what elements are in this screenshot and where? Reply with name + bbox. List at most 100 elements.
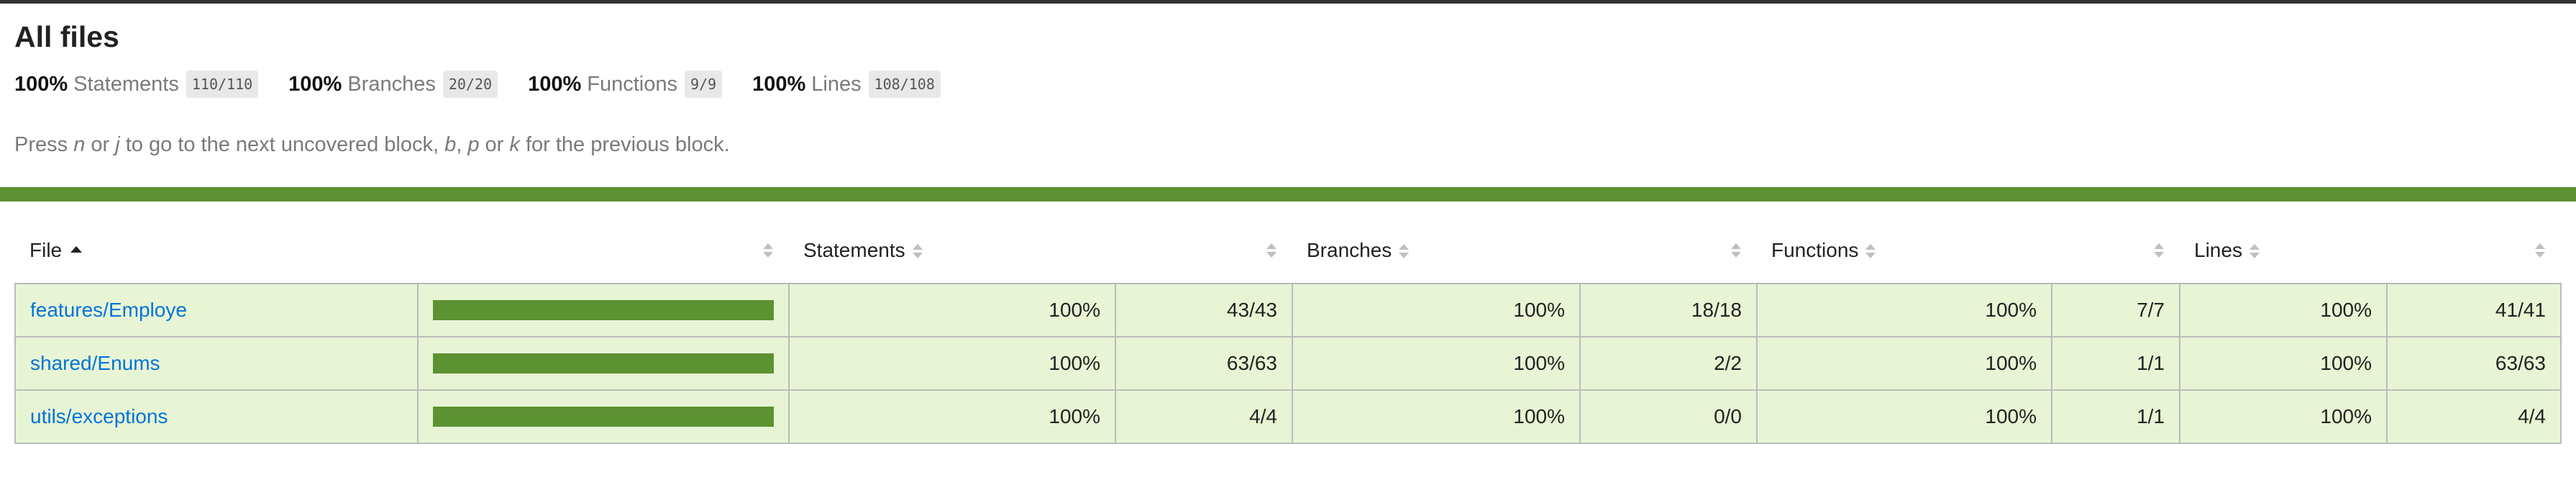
branches-pct: 100% [1292,336,1581,391]
table-row: utils/exceptions 100% 4/4 100% 0/0 100% … [14,389,2562,444]
branches-count: 18/18 [1579,283,1758,338]
summary-lines-label: Lines [811,72,862,96]
sort-icon [1399,244,1410,259]
functions-pct: 100% [1756,389,2052,444]
lines-pct: 100% [2179,389,2388,444]
coverage-bar-cell [417,336,790,391]
table-row: features/Employe 100% 43/43 100% 18/18 1… [14,283,2562,338]
summary-branches-label: Branches [347,72,436,96]
header-functions-label: Functions [1771,238,1859,261]
coverage-table: File Statements Branches Functions Lines… [14,217,2562,444]
sort-icon [1266,243,1276,258]
page-title: All files [14,20,119,53]
summary-statements-pct: 100% [14,72,68,96]
header-statements[interactable]: Statements [789,217,1115,284]
lines-count: 4/4 [2386,389,2562,444]
header-branches[interactable]: Branches [1292,217,1580,284]
sort-icon [1731,243,1741,258]
statements-count: 43/43 [1115,283,1293,338]
coverage-bar [433,300,774,320]
summary-statements-fraction: 110/110 [186,71,259,98]
functions-count: 1/1 [2051,389,2180,444]
coverage-summary: 100% Statements 110/110 100% Branches 20… [14,70,2562,99]
header-file-label: File [29,238,63,261]
summary-functions-label: Functions [587,72,677,96]
hint-key: k [509,133,520,156]
functions-count: 7/7 [2051,283,2180,338]
statements-count: 4/4 [1115,389,1293,444]
coverage-bar [433,407,774,427]
sort-icon [1865,244,1876,259]
coverage-bar-fill [433,300,774,320]
header-lines-raw[interactable] [2387,217,2561,284]
sort-icon [2154,243,2164,258]
hint-text: or [85,133,116,156]
statements-count: 63/63 [1115,336,1293,391]
header-section: All files 100% Statements 110/110 100% B… [0,4,2576,187]
header-functions[interactable]: Functions [1757,217,2052,284]
sort-icon [912,244,923,259]
coverage-bar-fill [433,407,774,427]
lines-pct: 100% [2179,336,2388,391]
sort-icon [2249,244,2260,259]
sort-ascending-icon [70,245,83,253]
branches-pct: 100% [1292,389,1581,444]
hint-text: Press [14,133,74,156]
coverage-bar-fill [433,353,774,374]
summary-lines-pct: 100% [752,72,806,96]
statements-pct: 100% [788,283,1116,338]
summary-statements: 100% Statements 110/110 [14,71,259,98]
file-link[interactable]: shared/Enums [30,352,160,374]
functions-count: 1/1 [2051,336,2180,391]
hint-text: , [456,133,468,156]
functions-pct: 100% [1756,283,2052,338]
file-link[interactable]: features/Employe [30,299,187,321]
file-link[interactable]: utils/exceptions [30,405,168,427]
hint-text: for the previous block. [519,133,730,156]
statements-pct: 100% [788,389,1116,444]
header-file[interactable]: File [15,217,418,284]
branches-count: 2/2 [1579,336,1758,391]
summary-lines-fraction: 108/108 [868,71,941,98]
file-cell: shared/Enums [14,336,419,391]
lines-count: 41/41 [2386,283,2562,338]
lines-count: 63/63 [2386,336,2562,391]
branches-pct: 100% [1292,283,1581,338]
keyboard-hint: Press n or j to go to the next uncovered… [14,133,2562,157]
header-statements-raw[interactable] [1115,217,1292,284]
header-functions-raw[interactable] [2052,217,2180,284]
summary-statements-label: Statements [73,72,179,96]
coverage-bar-cell [417,389,790,444]
branches-count: 0/0 [1579,389,1758,444]
lines-pct: 100% [2179,283,2388,338]
coverage-bar-cell [417,283,790,338]
summary-functions: 100% Functions 9/9 [528,71,723,98]
table-section: File Statements Branches Functions Lines… [0,202,2576,444]
summary-functions-fraction: 9/9 [684,71,723,98]
header-branches-label: Branches [1307,238,1392,261]
hint-key: b [444,133,457,156]
header-branches-raw[interactable] [1580,217,1757,284]
coverage-bar [433,353,774,374]
hint-key: n [73,133,86,156]
hint-text: to go to the next uncovered block, [119,133,445,156]
statements-pct: 100% [788,336,1116,391]
header-statements-label: Statements [803,238,905,261]
functions-pct: 100% [1756,336,2052,391]
coverage-status-line [0,187,2576,202]
header-lines-label: Lines [2194,238,2242,261]
header-file-bar[interactable] [418,217,789,284]
table-row: shared/Enums 100% 63/63 100% 2/2 100% 1/… [14,336,2562,391]
file-cell: utils/exceptions [14,389,419,444]
hint-key: p [467,133,480,156]
summary-branches: 100% Branches 20/20 [288,71,498,98]
summary-functions-pct: 100% [528,72,582,96]
file-cell: features/Employe [14,283,419,338]
summary-branches-pct: 100% [288,72,342,96]
hint-text: or [479,133,510,156]
sort-icon [2535,243,2545,258]
sort-icon [763,243,773,258]
summary-branches-fraction: 20/20 [442,71,498,98]
summary-lines: 100% Lines 108/108 [752,71,941,98]
header-lines[interactable]: Lines [2180,217,2387,284]
